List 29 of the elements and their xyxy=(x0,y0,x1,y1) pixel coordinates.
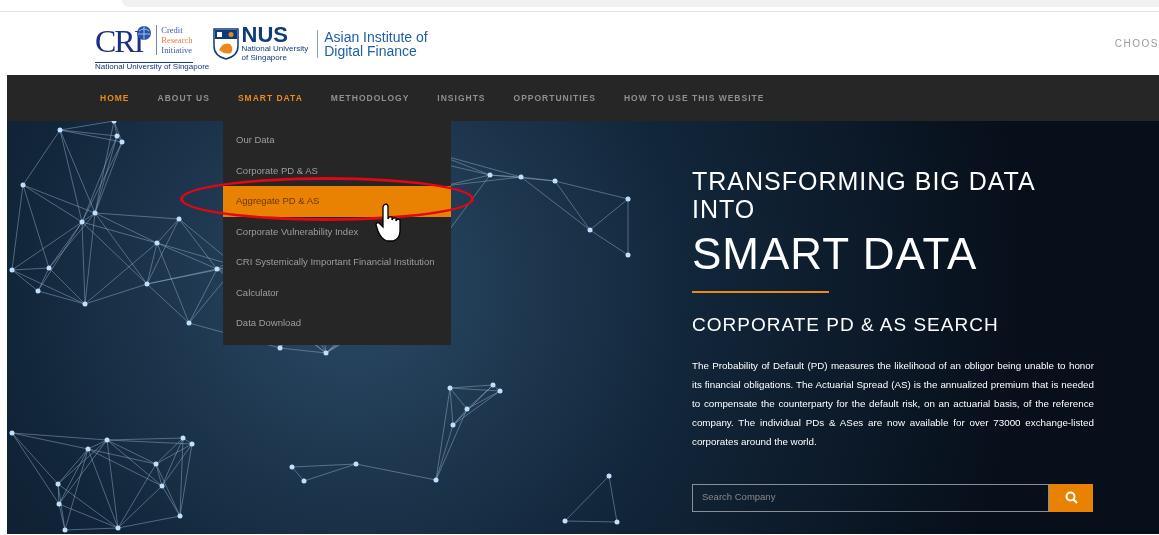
menu-item[interactable]: Our Data xyxy=(223,125,451,156)
nav-link[interactable]: METHODOLOGY xyxy=(330,87,424,109)
nav-link[interactable]: INSIGHTS xyxy=(437,87,500,109)
menu-item[interactable]: Calculator xyxy=(223,277,451,308)
search-icon xyxy=(1064,491,1078,504)
nav-link[interactable]: HOME xyxy=(100,87,144,109)
menu-item[interactable]: Corporate Vulnerability Index xyxy=(223,216,451,247)
nav-link[interactable]: HOW TO USE THIS WEBSITE xyxy=(623,87,779,109)
logo-caption: National University of Singapore xyxy=(95,60,210,73)
logo-caption: National University of Singapore xyxy=(241,45,309,62)
nav-link[interactable]: ABOUT US xyxy=(157,87,224,109)
logo-mark: NUS xyxy=(241,25,288,45)
hero-subheading: CORPORATE PD & AS SEARCH xyxy=(692,313,1000,337)
menu-item[interactable]: Data Download xyxy=(223,308,451,339)
hero-headline: SMART DATA xyxy=(692,229,979,279)
logo-text: Credit xyxy=(161,24,184,35)
logo-text: Research xyxy=(161,34,193,45)
logo-text: Initiative xyxy=(161,44,193,55)
nav-link[interactable]: SMART DATA xyxy=(237,87,317,109)
search-field[interactable]: Search Company xyxy=(692,483,1049,512)
nav-link[interactable]: OPPORTUNITIES xyxy=(513,87,610,109)
menu-item[interactable]: Aggregate PD & AS xyxy=(223,186,451,217)
crest-icon xyxy=(212,27,239,60)
hero-description: The Probability of Default (PD) measures the likelihood of an obligor being unable to honor its financial obligations. The Actuarial Spread (AS) is the annualized premium that is needed to compensate the counterparty for the default risk, on an actuarial basis, of the reference company. The individual PDs & ASes are now available for over 73000 exchange-listed corporates around the world. xyxy=(692,358,1094,449)
institute-name: Asian Institute of Digital Finance xyxy=(317,29,428,58)
menu-item[interactable]: Corporate PD & AS xyxy=(223,155,451,186)
search-button[interactable] xyxy=(1049,483,1093,512)
menu-item[interactable]: CRI Systemically Important Financial Institution xyxy=(223,247,451,278)
hero-kicker: TRANSFORMING BIG DATA INTO xyxy=(692,167,1036,223)
